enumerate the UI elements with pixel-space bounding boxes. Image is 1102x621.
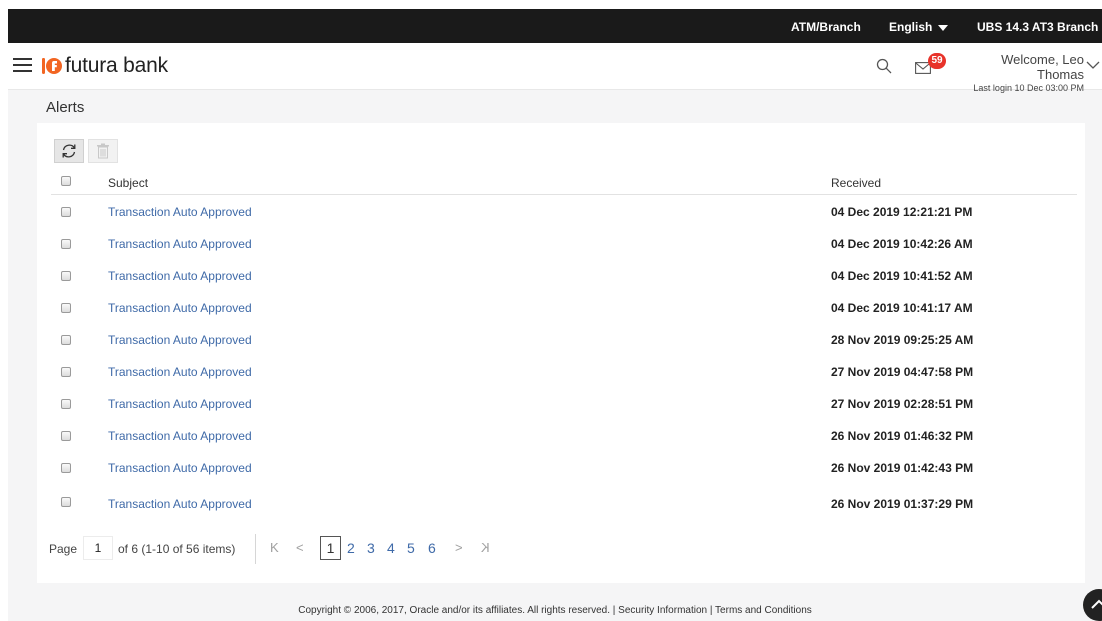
language-label: English <box>889 20 933 34</box>
brand-logo-icon <box>42 58 62 74</box>
page-button-4[interactable]: 4 <box>387 540 395 556</box>
subject-column-header: Subject <box>108 176 149 190</box>
user-menu[interactable]: Welcome, Leo Thomas Last login 10 Dec 03… <box>952 52 1084 93</box>
received-date: 27 Nov 2019 02:28:51 PM <box>831 397 974 411</box>
received-date: 04 Dec 2019 10:41:52 AM <box>831 269 973 283</box>
table-row[interactable]: Transaction Auto Approved 04 Dec 2019 10:… <box>51 291 1077 323</box>
scroll-top-icon <box>1091 599 1102 609</box>
alert-subject-link[interactable]: Transaction Auto Approved <box>108 333 252 347</box>
branch-dropdown[interactable]: UBS 14.3 AT3 Branch <box>977 20 1102 34</box>
refresh-icon <box>62 144 76 158</box>
alert-subject-link[interactable]: Transaction Auto Approved <box>108 301 252 315</box>
alert-subject-link[interactable]: Transaction Auto Approved <box>108 269 252 283</box>
previous-page-button[interactable]: < <box>296 540 304 555</box>
language-dropdown[interactable]: English <box>889 20 949 34</box>
atm-branch-link[interactable]: ATM/Branch <box>791 20 861 34</box>
received-date: 04 Dec 2019 10:42:26 AM <box>831 237 973 251</box>
table-row[interactable]: Transaction Auto Approved 04 Dec 2019 12:… <box>51 195 1077 227</box>
delete-icon <box>97 143 109 159</box>
alert-subject-link[interactable]: Transaction Auto Approved <box>108 205 252 219</box>
footer-text: Copyright © 2006, 2017, Oracle and/or it… <box>298 605 812 616</box>
table-header: Subject Received <box>51 169 1077 195</box>
table-row[interactable]: Transaction Auto Approved 27 Nov 2019 02:… <box>51 387 1077 419</box>
alert-subject-link[interactable]: Transaction Auto Approved <box>108 397 252 411</box>
table-row[interactable]: Transaction Auto Approved 04 Dec 2019 10:… <box>51 227 1077 259</box>
brand-name: futura bank <box>65 54 168 77</box>
alert-subject-link[interactable]: Transaction Auto Approved <box>108 497 252 511</box>
row-checkbox[interactable] <box>61 271 71 281</box>
last-login-text: Last login 10 Dec 03:00 PM <box>973 83 1084 93</box>
brand-logo[interactable]: futura bank <box>41 53 168 79</box>
alert-subject-link[interactable]: Transaction Auto Approved <box>108 461 252 475</box>
refresh-button[interactable] <box>54 139 84 163</box>
welcome-text: Welcome, Leo Thomas <box>1001 52 1084 82</box>
select-all-checkbox[interactable] <box>61 176 71 186</box>
delete-button[interactable] <box>88 139 118 163</box>
last-page-button[interactable]: K <box>481 540 490 555</box>
row-checkbox[interactable] <box>61 399 71 409</box>
scroll-to-top-button[interactable] <box>1083 589 1102 621</box>
hamburger-icon[interactable] <box>13 58 32 73</box>
received-date: 28 Nov 2019 09:25:25 AM <box>831 333 974 347</box>
caret-down-icon <box>938 24 949 31</box>
received-date: 26 Nov 2019 01:37:29 PM <box>831 497 974 511</box>
page-button-2[interactable]: 2 <box>347 540 355 556</box>
table-row[interactable]: Transaction Auto Approved 26 Nov 2019 01:… <box>51 451 1077 483</box>
search-icon[interactable] <box>876 58 892 74</box>
table-row[interactable]: Transaction Auto Approved 04 Dec 2019 10:… <box>51 259 1077 291</box>
page-number-input[interactable]: 1 <box>83 536 113 560</box>
page-label: Page <box>49 542 78 556</box>
next-page-button[interactable]: > <box>455 540 463 555</box>
row-checkbox[interactable] <box>61 303 71 313</box>
page-button-6[interactable]: 6 <box>428 540 436 556</box>
first-page-button[interactable]: K <box>270 540 279 555</box>
row-checkbox[interactable] <box>61 239 71 249</box>
alert-subject-link[interactable]: Transaction Auto Approved <box>108 429 252 443</box>
received-column-header[interactable]: Received <box>831 176 881 190</box>
row-checkbox[interactable] <box>61 207 71 217</box>
alerts-card: Subject Received Transaction Auto Approv… <box>37 123 1085 583</box>
pagination-divider <box>255 534 256 564</box>
row-checkbox[interactable] <box>61 497 71 507</box>
app-frame: ATM/Branch English UBS 14.3 AT3 Branch f… <box>8 9 1102 621</box>
app-header: futura bank 59 Welcome, Leo Thomas Last … <box>8 43 1102 93</box>
page-button-1[interactable]: 1 <box>320 536 341 560</box>
received-date: 26 Nov 2019 01:42:43 PM <box>831 461 974 475</box>
row-checkbox[interactable] <box>61 367 71 377</box>
table-row[interactable]: Transaction Auto Approved 28 Nov 2019 09:… <box>51 323 1077 355</box>
row-checkbox[interactable] <box>61 431 71 441</box>
page-summary: of 6 (1-10 of 56 items) <box>118 542 236 556</box>
mail-count-badge: 59 <box>928 53 946 69</box>
alert-subject-link[interactable]: Transaction Auto Approved <box>108 365 252 379</box>
table-row[interactable]: Transaction Auto Approved 26 Nov 2019 01:… <box>51 419 1077 451</box>
received-date: 04 Dec 2019 10:41:17 AM <box>831 301 973 315</box>
table-row[interactable]: Transaction Auto Approved 27 Nov 2019 04:… <box>51 355 1077 387</box>
received-date: 04 Dec 2019 12:21:21 PM <box>831 205 973 219</box>
row-checkbox[interactable] <box>61 335 71 345</box>
alerts-table: Subject Received Transaction Auto Approv… <box>51 169 1077 519</box>
received-date: 26 Nov 2019 01:46:32 PM <box>831 429 974 443</box>
page-title: Alerts <box>46 99 85 116</box>
page-button-5[interactable]: 5 <box>407 540 415 556</box>
table-row[interactable]: Transaction Auto Approved 26 Nov 2019 01:… <box>51 483 1077 519</box>
page-button-3[interactable]: 3 <box>367 540 375 556</box>
alert-subject-link[interactable]: Transaction Auto Approved <box>108 237 252 251</box>
row-checkbox[interactable] <box>61 463 71 473</box>
top-bar: ATM/Branch English UBS 14.3 AT3 Branch <box>8 9 1102 43</box>
received-date: 27 Nov 2019 04:47:58 PM <box>831 365 974 379</box>
branch-label: UBS 14.3 AT3 Branch <box>977 20 1099 34</box>
chevron-down-icon[interactable] <box>1086 61 1100 70</box>
